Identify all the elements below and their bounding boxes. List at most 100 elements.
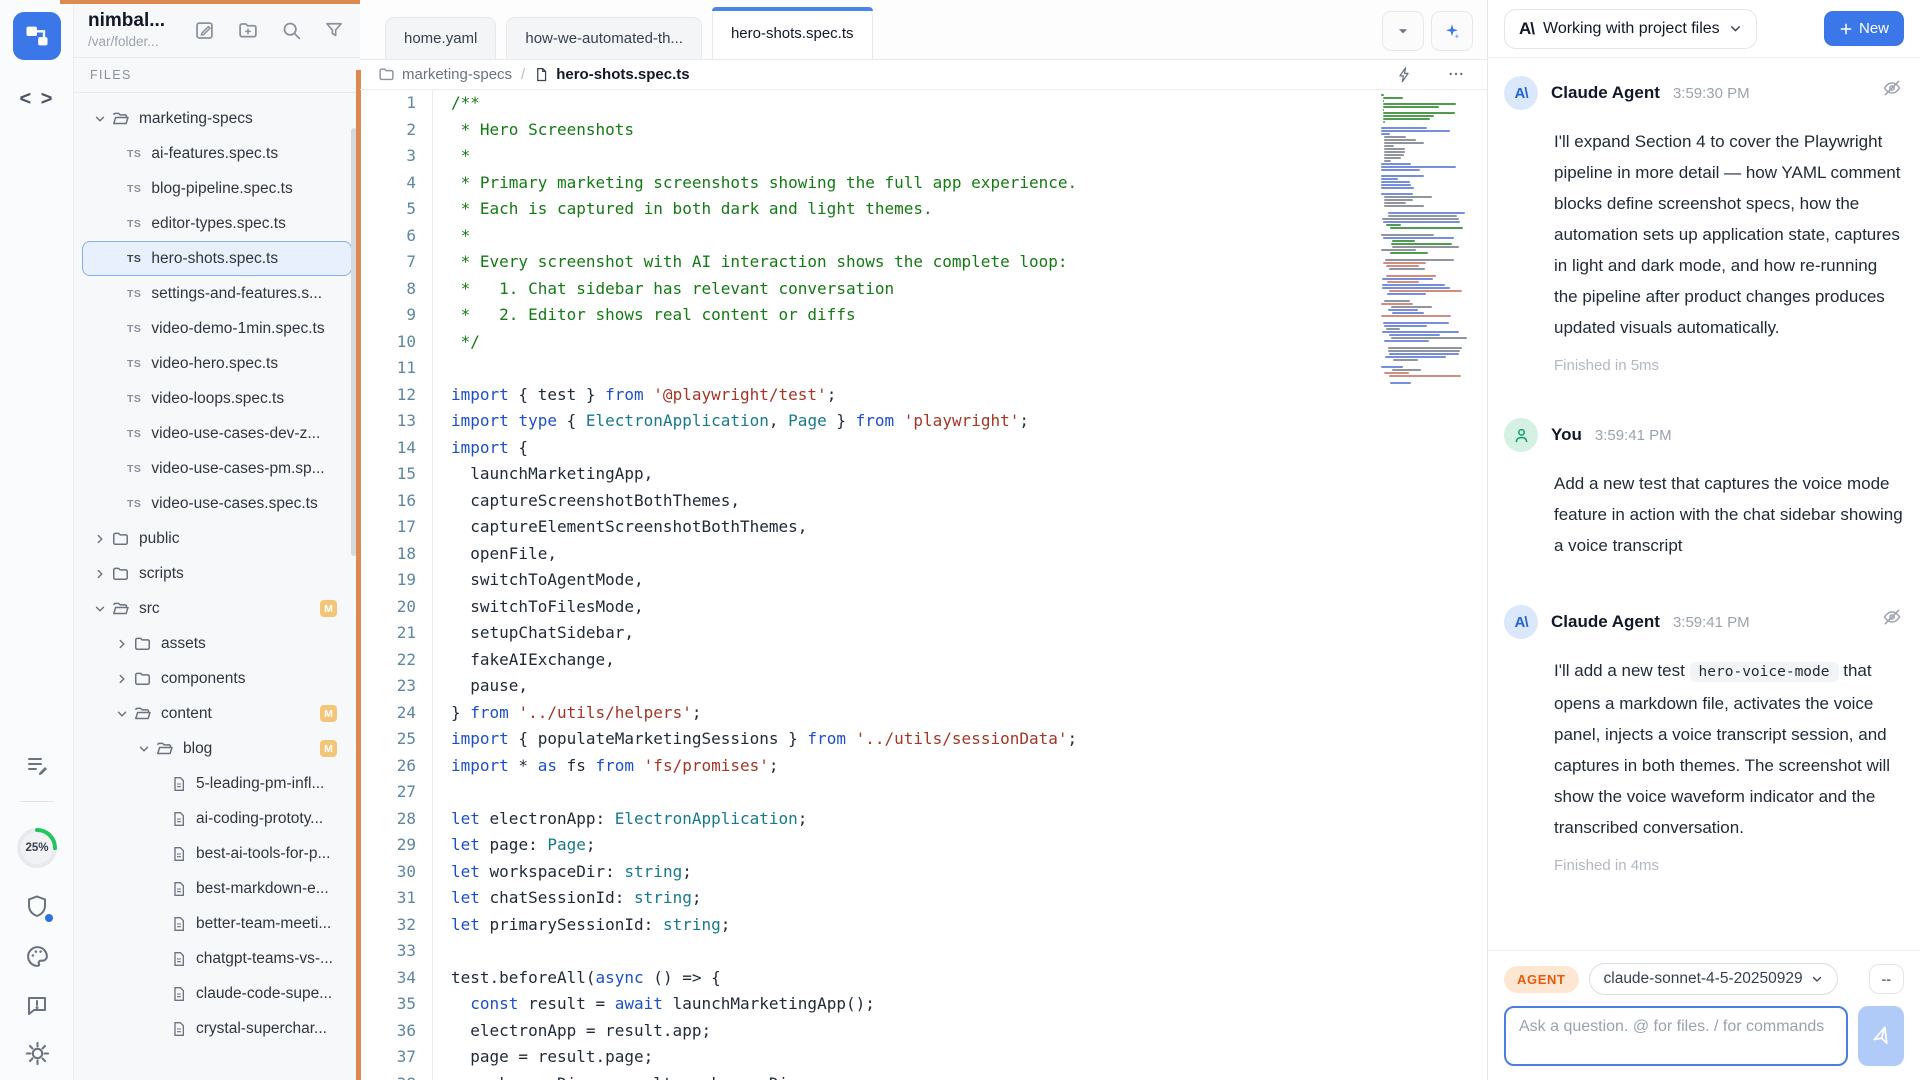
code-line: 19 switchToAgentMode, [360,567,1487,594]
chat-input[interactable] [1504,1006,1848,1066]
tree-item-editor-types-spec-ts[interactable]: TSeditor-types.spec.ts [82,206,352,241]
claude-avatar: A\ [1504,605,1538,639]
context-selector[interactable]: A\ Working with project files [1504,9,1757,49]
line-number: 2 [360,117,432,144]
new-folder-icon[interactable] [237,20,259,41]
minimap[interactable] [1379,92,1479,392]
tree-item-label: best-ai-tools-for-p... [196,845,330,863]
app-logo[interactable] [13,12,61,60]
tree-item-hero-shots-spec-ts[interactable]: TS hero-shots.spec.ts [82,241,352,276]
tree-item-best-markdown-e[interactable]: best-markdown-e... [82,871,352,906]
tab-hero-shots-spec-ts[interactable]: hero-shots.spec.ts [712,7,873,59]
chevron-right-icon[interactable] [93,532,111,546]
code-line: 26import * as fs from 'fs/promises'; [360,753,1487,780]
tree-item-video-use-cases-pm-sp[interactable]: TSvideo-use-cases-pm.sp... [82,451,352,486]
tree-item-video-demo-1min-spec-ts[interactable]: TSvideo-demo-1min.spec.ts [82,311,352,346]
line-number: 7 [360,249,432,276]
tree-item-chatgpt-teams-vs[interactable]: chatgpt-teams-vs-... [82,941,352,976]
tree-item-marketing-specs[interactable]: marketing-specs [82,101,352,136]
tab-home-yaml[interactable]: home.yaml [385,17,496,59]
tree-item-src[interactable]: srcM [82,591,352,626]
chevron-down-icon[interactable] [137,742,155,756]
chevron-down-icon[interactable] [93,112,111,126]
shield-icon[interactable] [25,894,49,920]
chevron-down-icon[interactable] [115,707,133,721]
tree-item-label: components [161,670,245,688]
search-icon[interactable] [281,20,302,41]
line-number: 17 [360,514,432,541]
new-file-icon[interactable] [194,20,215,41]
code-line: 7 * Every screenshot with AI interaction… [360,249,1487,276]
tree-item-content[interactable]: contentM [82,696,352,731]
folder-icon [133,705,152,723]
footer-more-button[interactable]: -- [1869,964,1904,994]
tab-overflow-button[interactable] [1382,11,1424,51]
tree-item-public[interactable]: public [82,521,352,556]
tree-item-video-loops-spec-ts[interactable]: TSvideo-loops.spec.ts [82,381,352,416]
tree-item-video-use-cases-dev-z[interactable]: TSvideo-use-cases-dev-z... [82,416,352,451]
code-line: 20 switchToFilesMode, [360,594,1487,621]
tab-how-we-automated-th[interactable]: how-we-automated-th... [506,17,702,59]
tree-item-label: chatgpt-teams-vs-... [196,950,333,968]
ts-file-badge: TS [127,253,141,265]
plus-icon [1839,22,1853,36]
modified-badge: M [320,740,337,757]
chevron-down-icon[interactable] [93,602,111,616]
agent-mode-badge[interactable]: AGENT [1504,966,1579,993]
send-button[interactable] [1858,1006,1904,1066]
code-line: 21 setupChatSidebar, [360,620,1487,647]
tree-item-ai-coding-prototy[interactable]: ai-coding-prototy... [82,801,352,836]
feedback-icon[interactable] [25,993,49,1017]
line-number: 22 [360,647,432,674]
file-icon [534,66,549,83]
tree-item-scripts[interactable]: scripts [82,556,352,591]
breadcrumb-folder[interactable]: marketing-specs [402,66,512,83]
tree-item-5-leading-pm-infl[interactable]: 5-leading-pm-infl... [82,766,352,801]
tree-item-claude-code-supe[interactable]: claude-code-supe... [82,976,352,1011]
code-editor[interactable]: 1/**2 * Hero Screenshots3 *4 * Primary m… [360,90,1487,1080]
tree-item-video-use-cases-spec-ts[interactable]: TSvideo-use-cases.spec.ts [82,486,352,521]
tree-item-crystal-superchar[interactable]: crystal-superchar... [82,1011,352,1046]
line-number: 37 [360,1044,432,1071]
tree-item-video-hero-spec-ts[interactable]: TSvideo-hero.spec.ts [82,346,352,381]
file-tree: marketing-specsTSai-features.spec.tsTSbl… [74,93,360,1046]
breadcrumb-file[interactable]: hero-shots.spec.ts [556,66,689,83]
tree-item-better-team-meeti[interactable]: better-team-meeti... [82,906,352,941]
eye-off-icon[interactable] [1882,607,1902,627]
tree-item-components[interactable]: components [82,661,352,696]
tree-item-best-ai-tools-for-p[interactable]: best-ai-tools-for-p... [82,836,352,871]
progress-ring[interactable]: 25% [15,826,59,870]
line-number: 21 [360,620,432,647]
code-line: 34test.beforeAll(async () => { [360,965,1487,992]
run-bolt-icon[interactable] [1396,65,1413,84]
code-view-icon[interactable]: < > [0,88,74,111]
tree-item-label: hero-shots.spec.ts [151,250,278,268]
code-line: 23 pause, [360,673,1487,700]
claude-avatar: A\ [1504,76,1538,110]
folder-icon [111,110,130,128]
tree-item-label: video-use-cases.spec.ts [151,495,317,513]
tree-item-assets[interactable]: assets [82,626,352,661]
tree-item-ai-features-spec-ts[interactable]: TSai-features.spec.ts [82,136,352,171]
gear-icon[interactable] [25,1041,50,1066]
line-number: 11 [360,355,432,382]
eye-off-icon[interactable] [1882,78,1902,98]
tree-item-settings-and-features-s[interactable]: TSsettings-and-features.s... [82,276,352,311]
more-options-icon[interactable] [1447,65,1465,84]
chevron-right-icon[interactable] [115,637,133,651]
file-sidebar: nimbal... /var/folder... FILES marketing… [74,0,360,1080]
palette-icon[interactable] [25,944,50,969]
tree-item-blog-pipeline-spec-ts[interactable]: TSblog-pipeline.spec.ts [82,171,352,206]
chevron-right-icon[interactable] [115,672,133,686]
line-number: 13 [360,408,432,435]
model-selector[interactable]: claude-sonnet-4-5-20250929 [1589,963,1838,995]
new-chat-button[interactable]: New [1824,11,1904,46]
chevron-right-icon[interactable] [93,567,111,581]
notes-compose-icon[interactable] [25,753,49,777]
tree-item-blog[interactable]: blogM [82,731,352,766]
filter-icon[interactable] [324,20,344,41]
ts-file-badge: TS [127,218,141,230]
code-line: 37 page = result.page; [360,1044,1487,1071]
code-line: 31let chatSessionId: string; [360,885,1487,912]
ai-sparkle-button[interactable] [1431,11,1473,51]
